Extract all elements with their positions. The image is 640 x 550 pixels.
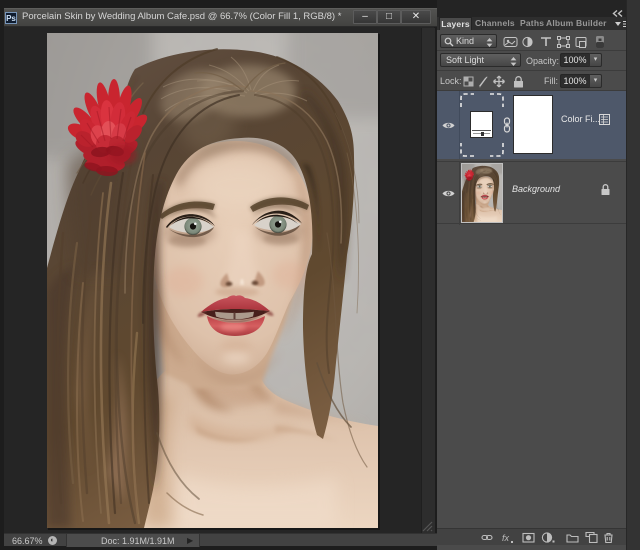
svg-text:fx: fx	[502, 533, 510, 543]
